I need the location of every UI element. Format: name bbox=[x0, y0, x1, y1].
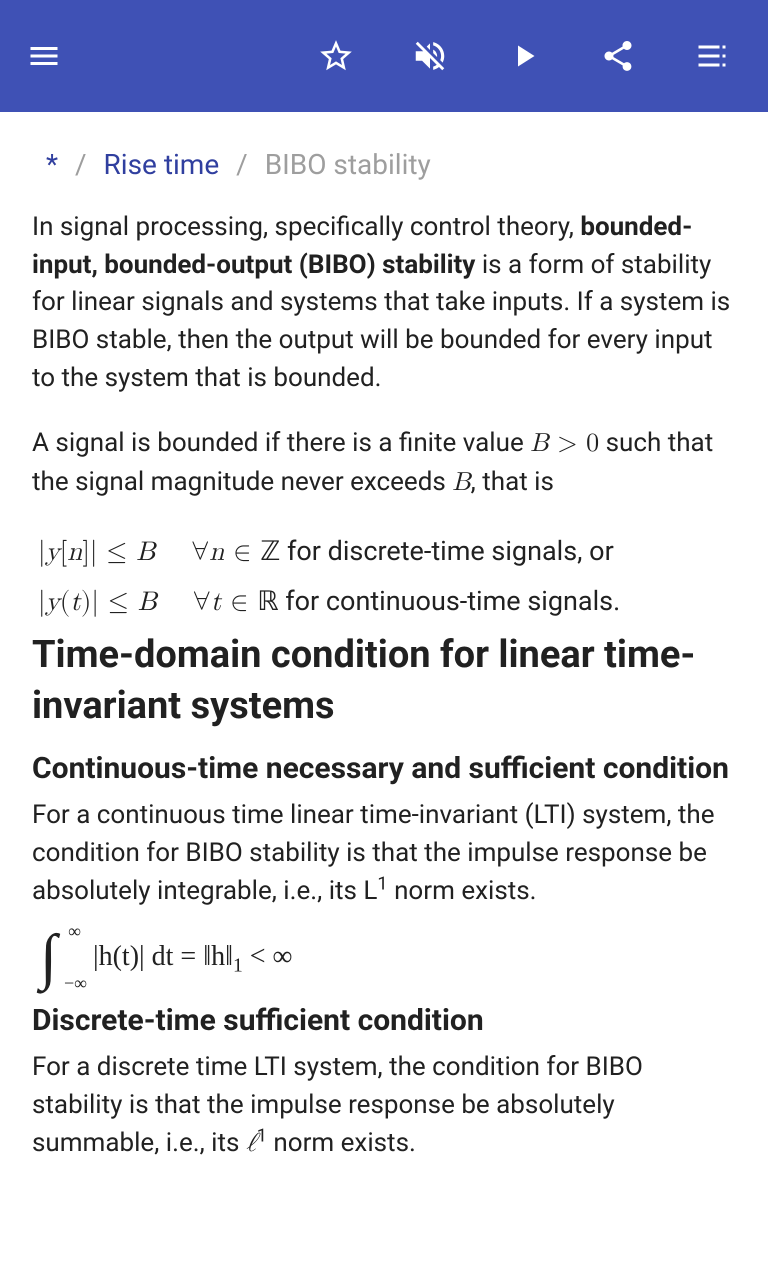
breadcrumb-current: BIBO stability bbox=[265, 148, 431, 181]
breadcrumb: * / Rise time / BIBO stability bbox=[0, 112, 768, 209]
intro-paragraph: In signal processing, specifically contr… bbox=[32, 209, 736, 397]
list-icon[interactable] bbox=[692, 36, 732, 76]
text: In signal processing, specifically contr… bbox=[32, 212, 580, 242]
breadcrumb-separator: / bbox=[236, 148, 248, 181]
continuous-paragraph: For a continuous time linear time-invari… bbox=[32, 797, 736, 910]
subsection-heading-discrete: Discrete-time sufficient condition bbox=[32, 998, 736, 1043]
bounded-paragraph: A signal is bounded if there is a finite… bbox=[32, 425, 736, 502]
superscript: 1 bbox=[377, 873, 387, 894]
text: for continuous-time signals. bbox=[279, 585, 621, 617]
share-icon[interactable] bbox=[598, 36, 638, 76]
text: For a continuous time linear time-invari… bbox=[32, 800, 715, 905]
superscript: 1 bbox=[257, 1125, 267, 1146]
integral-equation: ∫∞−∞ |h(t)| dt = ‖h‖1 < ∞ bbox=[38, 926, 736, 988]
math-block-discrete: |y[n]| ≤ B ∀n ∈ ℤ for discrete-time sign… bbox=[38, 531, 736, 574]
text: , that is bbox=[471, 467, 554, 497]
inline-math: B > 0 bbox=[530, 431, 599, 457]
discrete-paragraph: For a discrete time LTI system, the cond… bbox=[32, 1049, 736, 1163]
inline-math: B bbox=[452, 470, 470, 496]
text: norm exists. bbox=[267, 1128, 416, 1158]
math-block-continuous: |y(t)| ≤ B ∀t ∈ ℝ for continuous-time si… bbox=[38, 581, 736, 624]
subsection-heading-continuous: Continuous-time necessary and sufficient… bbox=[32, 746, 736, 791]
breadcrumb-root[interactable]: * bbox=[46, 148, 58, 181]
app-bar bbox=[0, 0, 768, 112]
breadcrumb-separator: / bbox=[75, 148, 87, 181]
star-outline-icon[interactable] bbox=[316, 36, 356, 76]
play-icon[interactable] bbox=[504, 36, 544, 76]
text: for discrete-time signals, or bbox=[280, 535, 613, 567]
article-content: In signal processing, specifically contr… bbox=[0, 209, 768, 1208]
text: A signal is bounded if there is a finite… bbox=[32, 428, 530, 458]
inline-math-ell: ℓ bbox=[246, 1131, 257, 1157]
breadcrumb-link-rise-time[interactable]: Rise time bbox=[104, 148, 220, 181]
text: norm exists. bbox=[388, 876, 537, 906]
volume-mute-icon[interactable] bbox=[410, 36, 450, 76]
menu-icon[interactable] bbox=[24, 36, 64, 76]
section-heading: Time-domain condition for linear time-in… bbox=[32, 630, 736, 733]
